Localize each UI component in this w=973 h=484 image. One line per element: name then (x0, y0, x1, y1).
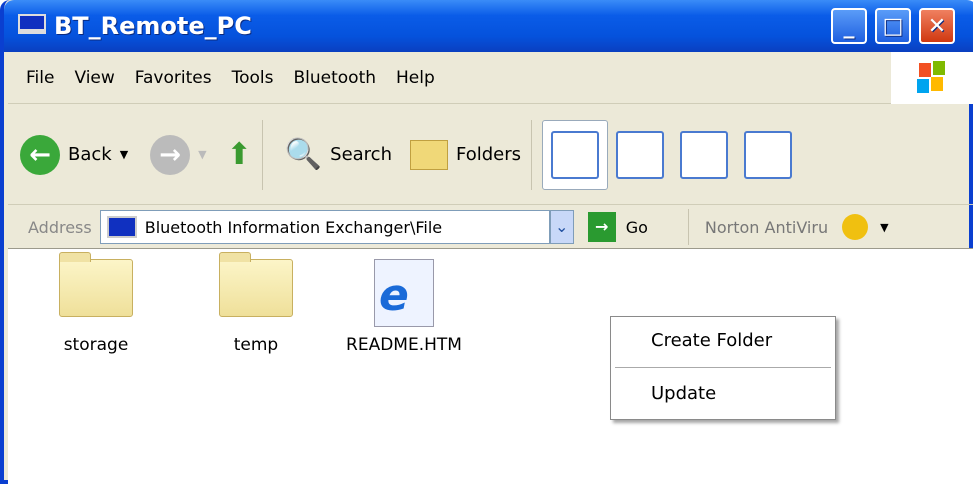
details-view-button[interactable] (744, 130, 792, 179)
menu-file[interactable]: File (26, 68, 54, 88)
menu-bluetooth[interactable]: Bluetooth (293, 68, 376, 88)
computer-icon (106, 216, 137, 238)
norton-antivirus-label[interactable]: Norton AntiViru (705, 218, 828, 237)
folders-label: Folders (455, 144, 521, 165)
toolbar: ← Back ▼ → ▼ ⬆ 🔍 Search Folders (8, 105, 973, 205)
context-update[interactable]: Update (611, 370, 835, 418)
context-menu: Create Folder Update (610, 316, 836, 420)
context-create-folder[interactable]: Create Folder (611, 317, 835, 365)
views-thumbnails-button[interactable] (542, 119, 608, 190)
file-name: storage (63, 335, 129, 355)
address-bar: Address Bluetooth Information Exchanger\… (8, 206, 973, 248)
search-label: Search (330, 144, 392, 165)
norton-icon (842, 214, 869, 240)
address-value: Bluetooth Information Exchanger\File (144, 217, 443, 237)
norton-dropdown-icon[interactable]: ▼ (880, 221, 888, 234)
forward-arrow-icon: → (150, 134, 191, 175)
window-title: BT_Remote_PC (54, 12, 252, 40)
html-file-icon: e (374, 259, 434, 327)
thumbnails-view-icon (551, 130, 599, 179)
address-input[interactable]: Bluetooth Information Exchanger\File (99, 210, 550, 244)
file-name: temp (233, 335, 279, 355)
up-folder-icon: ⬆ (226, 137, 252, 172)
folder-icon (59, 252, 133, 317)
up-folder-button[interactable]: ⬆ (227, 137, 252, 172)
computer-icon (18, 14, 46, 34)
folders-button[interactable]: Folders (409, 139, 521, 170)
icons-view-button[interactable] (680, 130, 728, 179)
address-dropdown-button[interactable]: ⌄ (549, 210, 574, 244)
file-name: README.HTM (346, 335, 462, 355)
menu-help[interactable]: Help (396, 68, 435, 88)
folder-temp[interactable]: temp (196, 252, 316, 355)
folders-icon (409, 139, 448, 170)
menu-favorites[interactable]: Favorites (135, 68, 212, 88)
search-icon: 🔍 (284, 137, 323, 172)
go-label: Go (625, 217, 648, 237)
go-button[interactable]: → Go (587, 212, 648, 242)
search-button[interactable]: 🔍 Search (285, 137, 392, 172)
maximize-button[interactable]: □ (875, 8, 911, 44)
menu-tools[interactable]: Tools (232, 68, 274, 88)
windows-logo-icon (891, 52, 973, 104)
folder-storage[interactable]: storage (36, 252, 156, 355)
title-bar: BT_Remote_PC _ □ ✕ (4, 0, 973, 52)
back-button[interactable]: ← Back ▼ (20, 134, 128, 175)
folder-icon (219, 252, 293, 317)
file-readme[interactable]: e README.HTM (344, 259, 464, 355)
menu-view[interactable]: View (74, 68, 114, 88)
close-button[interactable]: ✕ (919, 8, 955, 44)
go-arrow-icon: → (587, 212, 616, 242)
minimize-button[interactable]: _ (831, 8, 867, 44)
back-arrow-icon: ← (20, 134, 60, 175)
back-label: Back (68, 144, 112, 165)
address-label: Address (28, 217, 92, 237)
forward-button[interactable]: → ▼ (150, 134, 207, 175)
tiles-view-button[interactable] (616, 130, 664, 179)
menu-bar: File View Favorites Tools Bluetooth Help (8, 52, 973, 104)
menu-separator (615, 367, 831, 368)
